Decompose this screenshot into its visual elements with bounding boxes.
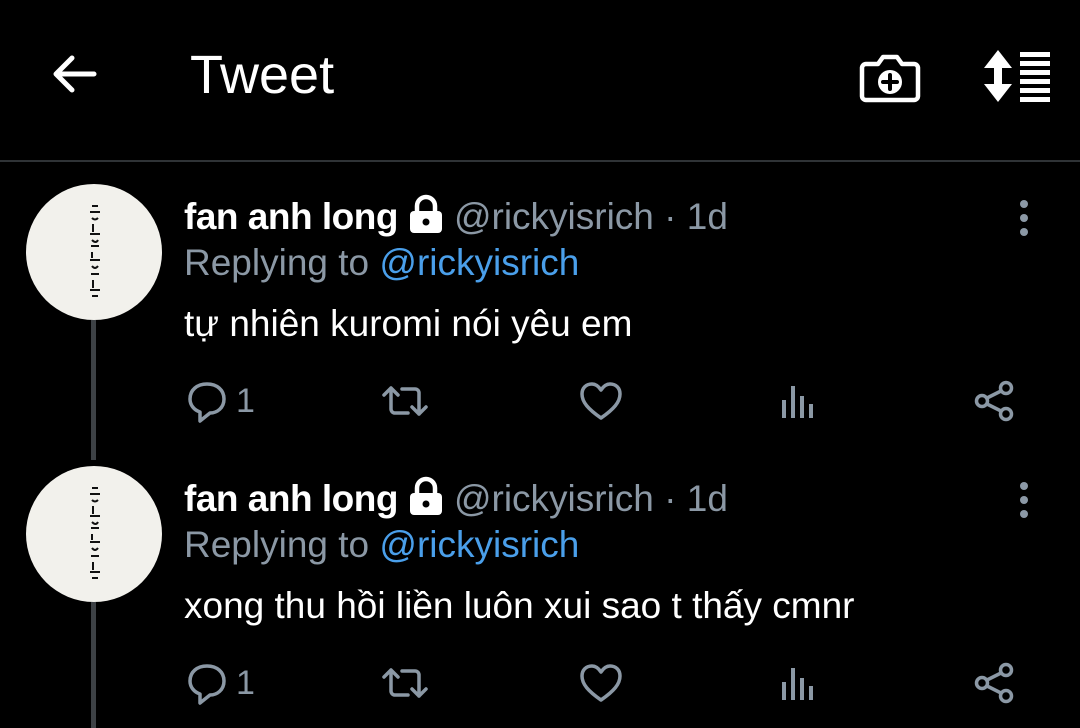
author-name[interactable]: fan anh long [184,478,398,519]
share-icon [974,380,1014,422]
retweet-button[interactable] [380,660,430,706]
more-options-button[interactable] [1008,198,1040,238]
share-button[interactable] [972,378,1018,424]
share-button[interactable] [972,660,1018,706]
page-title: Tweet [190,45,335,105]
author-handle[interactable]: @rickyisrich [454,478,654,519]
more-vertical-icon [1020,482,1028,518]
meta-separator: · [664,196,677,237]
analytics-icon [782,386,813,418]
replying-to-mention[interactable]: @rickyisrich [379,524,579,565]
avatar[interactable] [26,184,162,320]
retweet-icon [382,668,428,698]
header-divider [0,160,1080,162]
reply-icon [188,664,226,705]
avatar-graphic [90,487,100,579]
share-icon [974,662,1014,704]
sort-icon [984,50,1050,102]
replying-to-label: Replying to [184,524,370,565]
reply-button[interactable]: 1 [186,660,266,706]
like-button[interactable] [578,660,624,706]
reply-button[interactable]: 1 [186,378,266,424]
analytics-button[interactable] [776,660,820,706]
avatar[interactable] [26,466,162,602]
back-button[interactable] [46,46,102,102]
tweet-text: xong thu hồi liền luôn xui sao t thấy cm… [184,585,855,626]
author-handle[interactable]: @rickyisrich [454,196,654,237]
replying-to-mention[interactable]: @rickyisrich [379,242,579,283]
camera-button[interactable] [858,48,922,104]
heart-icon [580,664,622,702]
meta-separator: · [664,478,677,519]
tweet-meta: fan anh long @rickyisrich · 1d [184,476,728,520]
like-button[interactable] [578,378,624,424]
analytics-icon [782,668,813,700]
tweet-time[interactable]: 1d [687,196,728,237]
tweet-item[interactable]: fan anh long @rickyisrich · 1d Replying t… [0,446,1080,728]
arrow-left-icon [53,55,97,93]
reply-icon [188,382,226,423]
more-vertical-icon [1020,200,1028,236]
author-name[interactable]: fan anh long [184,196,398,237]
tweet-text: tự nhiên kuromi nói yêu em [184,303,633,344]
replying-to-line: Replying to @rickyisrich [184,240,579,286]
retweet-button[interactable] [380,378,430,424]
avatar-graphic [90,205,100,297]
replying-to-label: Replying to [184,242,370,283]
tweet-time[interactable]: 1d [687,478,728,519]
tweet-meta: fan anh long @rickyisrich · 1d [184,194,728,238]
reply-count: 1 [236,664,255,702]
heart-icon [580,382,622,420]
lock-icon [409,194,442,233]
camera-plus-icon [859,54,921,103]
tweet-item[interactable]: fan anh long @rickyisrich · 1d Replying t… [0,164,1080,446]
retweet-icon [382,386,428,416]
more-options-button[interactable] [1008,480,1040,520]
replying-to-line: Replying to @rickyisrich [184,522,579,568]
lock-icon [409,476,442,515]
reply-count: 1 [236,382,255,420]
sort-button[interactable] [980,46,1052,106]
analytics-button[interactable] [776,378,820,424]
top-app-bar: Tweet [0,0,1080,160]
